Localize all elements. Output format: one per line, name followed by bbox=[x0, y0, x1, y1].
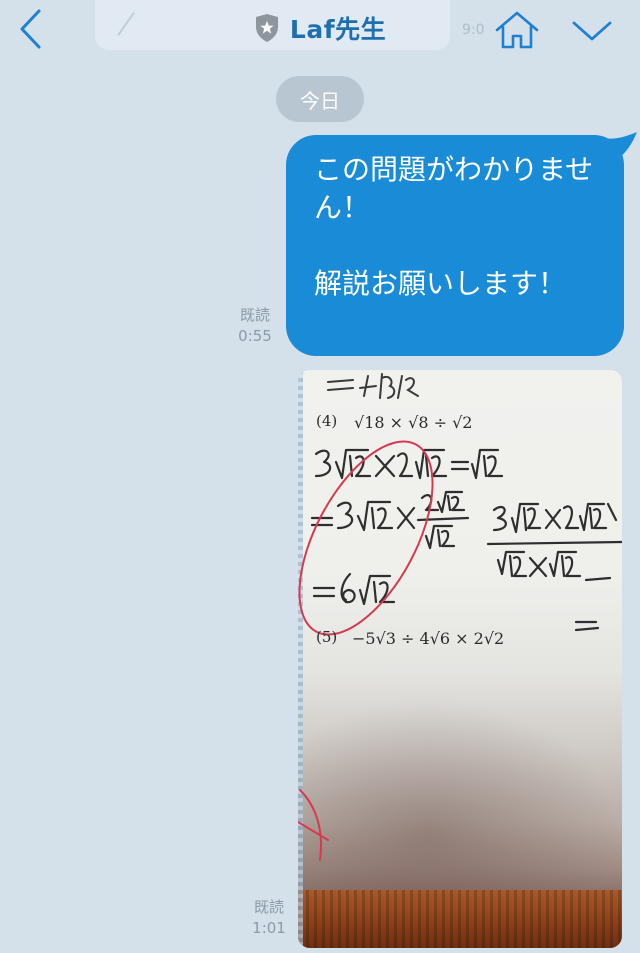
chevron-left-icon bbox=[20, 9, 41, 49]
read-receipt: 既読 bbox=[253, 898, 284, 916]
shield-star-icon bbox=[255, 14, 278, 42]
handwriting-work bbox=[310, 448, 622, 632]
home-button[interactable] bbox=[492, 8, 542, 52]
problem-4-expression: √18 × √8 ÷ √2 bbox=[354, 413, 472, 432]
sent-image-message[interactable]: (4) √18 × √8 ÷ √2 (5) −5√3 ÷ 4√6 × 2√2 bbox=[298, 370, 622, 948]
home-icon bbox=[495, 11, 539, 49]
problem-4-number: (4) bbox=[316, 412, 337, 430]
read-receipt: 既読 bbox=[239, 306, 270, 324]
back-button[interactable] bbox=[10, 6, 50, 52]
chat-title[interactable]: Laf先生 bbox=[290, 10, 386, 46]
sent-message-bubble[interactable]: この問題がわかりません！ 解説お願いします！ bbox=[286, 135, 624, 356]
menu-dropdown-button[interactable] bbox=[566, 10, 618, 52]
message-status: 既読 0:55 bbox=[232, 305, 278, 347]
message-time: 1:01 bbox=[252, 919, 286, 937]
chevron-down-icon bbox=[572, 21, 612, 41]
message-status: 既読 1:01 bbox=[246, 897, 292, 939]
message-time: 0:55 bbox=[238, 327, 272, 345]
problem-5-number: (5) bbox=[316, 628, 337, 646]
ghost-status-time: 9:0 bbox=[462, 22, 485, 38]
date-separator: 今日 bbox=[276, 76, 364, 122]
problem-5-expression: −5√3 ÷ 4√6 × 2√2 bbox=[352, 629, 504, 648]
handwriting-top bbox=[327, 373, 419, 399]
chat-header: 9:0 Laf先生 bbox=[0, 0, 640, 62]
worksheet-photo: (4) √18 × √8 ÷ √2 (5) −5√3 ÷ 4√6 × 2√2 bbox=[298, 373, 622, 861]
